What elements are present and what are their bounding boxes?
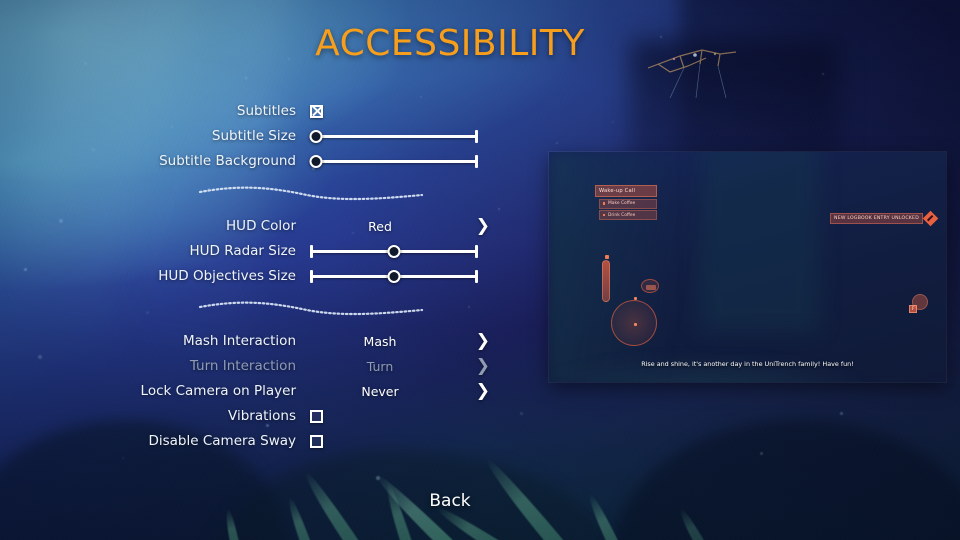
back-button[interactable]: Back	[0, 491, 900, 511]
wavy-dotted-line-icon	[198, 301, 424, 316]
option-value: Mash	[363, 333, 397, 349]
section-divider	[0, 289, 500, 329]
chevron-right-icon[interactable]: ❯	[476, 217, 490, 235]
checkbox-subtitles-checked-icon[interactable]	[310, 104, 323, 118]
setting-label: Lock Camera on Player	[140, 383, 296, 399]
page-title: ACCESSIBILITY	[315, 23, 585, 64]
setting-row-mash-interaction[interactable]: Mash Interaction Mash ❯	[0, 329, 500, 353]
slider-min-tick	[310, 269, 313, 283]
setting-label: Mash Interaction	[182, 333, 296, 349]
setting-control[interactable]	[310, 434, 496, 448]
setting-row-turn-interaction[interactable]: Turn Interaction Turn ❯	[0, 354, 500, 378]
setting-control[interactable]	[309, 152, 496, 170]
setting-label: Disable Camera Sway	[148, 433, 296, 449]
setting-control[interactable]: Red ❯	[310, 217, 496, 235]
setting-row-subtitle-size[interactable]: Subtitle Size	[0, 124, 500, 148]
slider-track[interactable]	[310, 159, 478, 163]
slider-track[interactable]	[310, 134, 478, 138]
slider-min-tick	[310, 244, 313, 258]
section-divider	[0, 174, 500, 214]
option-value: Turn	[366, 358, 394, 374]
setting-control[interactable]: Never ❯	[310, 382, 496, 400]
slider-subtitle-size[interactable]	[309, 127, 478, 145]
setting-row-disable-camera-sway[interactable]: Disable Camera Sway	[0, 429, 500, 453]
slider-subtitle-background[interactable]	[309, 152, 478, 170]
setting-label: HUD Color	[226, 218, 296, 234]
setting-row-hud-color[interactable]: HUD Color Red ❯	[0, 214, 500, 238]
wavy-dotted-line-icon	[198, 186, 424, 201]
setting-label: HUD Objectives Size	[158, 268, 296, 284]
option-value: Red	[368, 218, 392, 234]
setting-label: Subtitle Size	[211, 128, 296, 144]
setting-control[interactable]	[310, 242, 496, 260]
setting-label: Vibrations	[228, 408, 296, 424]
setting-row-subtitle-background[interactable]: Subtitle Background	[0, 149, 500, 173]
checkbox-vibrations-unchecked-icon[interactable]	[310, 409, 323, 423]
setting-control[interactable]	[310, 267, 496, 285]
slider-max-tick	[475, 269, 478, 283]
slider-hud-objectives-size[interactable]	[310, 267, 478, 285]
setting-control[interactable]	[309, 127, 496, 145]
setting-row-vibrations[interactable]: Vibrations	[0, 404, 500, 428]
setting-row-hud-radar-size[interactable]: HUD Radar Size	[0, 239, 500, 263]
chevron-right-icon[interactable]: ❯	[476, 382, 490, 400]
checkbox-disable-camera-sway-unchecked-icon[interactable]	[310, 434, 323, 448]
slider-max-tick	[475, 129, 478, 143]
slider-knob[interactable]	[387, 244, 401, 258]
slider-knob[interactable]	[387, 269, 401, 283]
setting-control[interactable]: Mash ❯	[310, 332, 496, 350]
chevron-right-icon[interactable]: ❯	[476, 332, 490, 350]
option-value: Never	[361, 383, 399, 399]
setting-control[interactable]: Turn ❯	[310, 357, 496, 375]
settings-list: Subtitles Subtitle Size Subtitle Backgroun…	[0, 99, 500, 454]
slider-hud-radar-size[interactable]	[310, 242, 478, 260]
setting-label: Subtitle Background	[159, 153, 296, 169]
setting-control[interactable]	[310, 409, 496, 423]
chevron-right-icon[interactable]: ❯	[476, 357, 490, 375]
slider-knob[interactable]	[309, 129, 323, 143]
setting-label: Subtitles	[236, 103, 296, 119]
slider-max-tick	[475, 154, 478, 168]
slider-knob[interactable]	[309, 154, 323, 168]
setting-row-subtitles[interactable]: Subtitles	[0, 99, 500, 123]
setting-label: HUD Radar Size	[189, 243, 296, 259]
accessibility-menu: ACCESSIBILITY Subtitles Subtitle Size Subt…	[0, 0, 960, 540]
slider-max-tick	[475, 244, 478, 258]
setting-control[interactable]	[310, 104, 496, 118]
setting-row-hud-objectives-size[interactable]: HUD Objectives Size	[0, 264, 500, 288]
setting-row-lock-camera-on-player[interactable]: Lock Camera on Player Never ❯	[0, 379, 500, 403]
setting-label: Turn Interaction	[189, 358, 296, 374]
